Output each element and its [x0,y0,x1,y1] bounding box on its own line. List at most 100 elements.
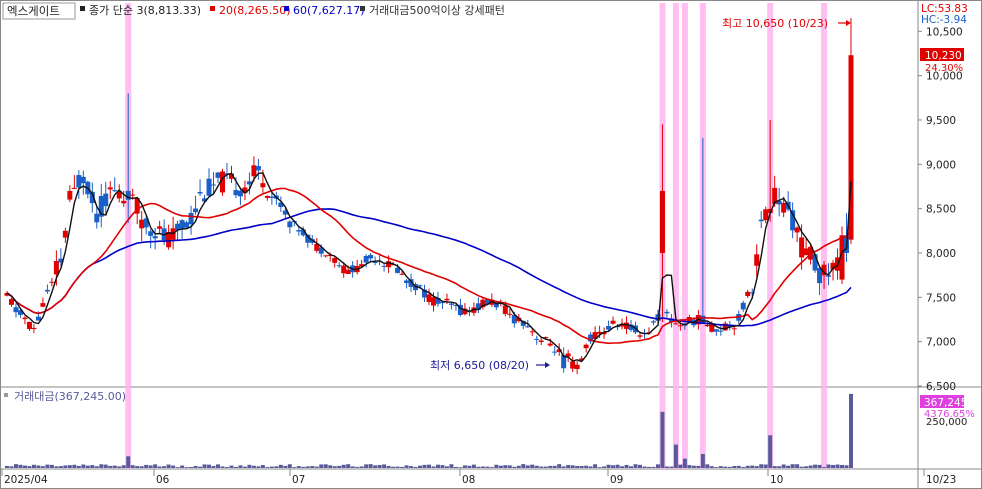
volume-bar [13,464,18,468]
volume-bar [593,464,598,468]
candle-body [179,220,185,229]
volume-bar [476,466,481,468]
volume-bar [844,465,849,468]
volume-bar [597,467,602,468]
volume-bar [274,466,279,468]
volume-bar [148,465,153,468]
volume-bar [570,465,575,468]
volume-bar [489,467,494,468]
volume-bar [350,466,355,468]
volume-bar [229,465,234,468]
legend-swatch [80,6,85,11]
candle-body [215,172,221,178]
volume-bar [471,464,476,468]
candle-body [336,265,342,267]
volume-bar [732,466,737,468]
candle-body [264,195,270,198]
candle-body [731,328,737,330]
candle-body [112,190,118,192]
highlight-stripe [767,3,774,469]
candle-body [193,208,199,213]
volume-bar [826,464,831,468]
candle-body [448,303,454,305]
candle-body [107,187,113,190]
volume-legend-swatch [4,393,8,397]
volume-bar [709,466,714,468]
volume-bar [341,464,346,468]
volume-bar [530,464,535,468]
candle-body [538,340,544,342]
volume-bar [377,464,382,468]
volume-bar [727,466,732,468]
highlight-stripe [821,3,828,469]
volume-bar [759,464,764,468]
candle-body [67,190,73,200]
candle-body [13,307,19,313]
volume-bar [584,465,589,468]
candle-body [368,254,374,259]
volume-bar [700,453,705,468]
candle-body [269,196,275,198]
candle-body [148,231,154,236]
volume-bar [611,465,616,468]
candle-body [740,302,746,310]
legend-entry: 20(8,265.50) [219,4,291,17]
volume-title: 거래대금(367,245.00) [14,390,126,403]
volume-bar [45,464,50,468]
volume-bar [736,465,741,468]
volume-bar [431,466,436,468]
candle-body [255,166,261,171]
volume-bar [233,466,238,468]
volume-bar [269,466,274,468]
candle-body [677,325,683,327]
low-annotation: 최저 6,650 (08/20) [430,359,529,372]
volume-bar [498,465,503,468]
high-annotation: 최고 10,650 (10/23) [722,17,828,30]
volume-bar [189,467,194,468]
candle-body [574,364,580,370]
volume-bar [480,466,485,468]
candle-body [570,361,576,369]
volume-bar [763,464,768,468]
chart-canvas[interactable]: 6,5007,0007,5008,0008,5009,0009,50010,00… [0,0,982,489]
volume-bar [516,465,521,468]
candle-body [80,176,86,184]
volume-bar [507,465,512,468]
y-tick-label: 10,500 [926,26,963,38]
stock-chart[interactable]: 6,500 7,000 7,500 8,000 8,500 9,000 9,500 10,00… [0,0,982,489]
volume-bar [5,465,9,468]
x-tick-label: 09 [610,474,623,486]
volume-bar [799,466,804,468]
volume-bar [90,465,95,468]
candle-body [763,209,769,221]
volume-bar [256,466,261,468]
volume-bar [745,465,750,468]
volume-bar [368,464,373,468]
candle-body [583,344,589,349]
volume-bar [629,466,634,468]
volume-bar [238,465,243,468]
volume-bar [121,465,126,468]
volume-bar [94,466,99,468]
volume-bar [144,464,149,468]
candle-body [152,236,158,239]
legend-entry: 거래대금500억이상 강세패턴 [369,4,505,17]
volume-bar [467,465,472,468]
candle-body [650,321,656,323]
candle-body [53,260,59,275]
candle-body [399,273,405,275]
volume-bar [539,466,544,468]
volume-bar [175,467,180,468]
candle-body [139,219,145,229]
candle-body [345,269,351,274]
volume-bar [804,466,809,468]
candle-body [794,227,800,233]
volume-bar [485,466,490,468]
candle-body [745,291,751,297]
candle-body [22,317,28,320]
candle-body [206,178,212,196]
volume-bar [72,464,77,468]
volume-bar [849,393,853,468]
volume-bar [660,411,665,468]
volume-bar [103,464,108,468]
